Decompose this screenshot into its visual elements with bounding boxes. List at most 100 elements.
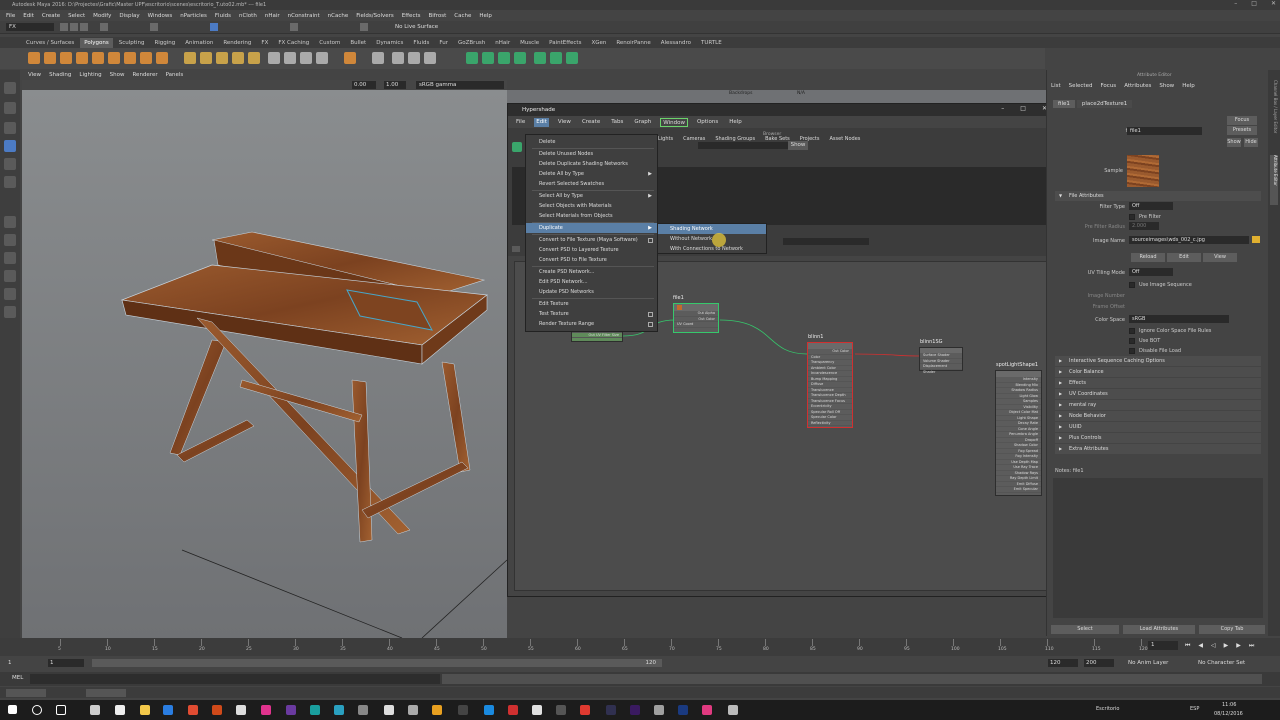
shelf-tab-sculpting[interactable]: Sculpting xyxy=(115,38,149,48)
scale-tool-icon[interactable] xyxy=(4,176,16,188)
gamma-field[interactable]: 1.00 xyxy=(384,81,406,89)
section-extra-attributes[interactable]: ▶ Extra Attributes xyxy=(1055,444,1261,454)
edit-menu-item-edit-texture[interactable]: Edit Texture xyxy=(526,299,657,309)
hypershade-layout-icon[interactable] xyxy=(4,306,16,318)
play-forward-icon[interactable]: ▶ xyxy=(1224,642,1229,650)
after-effects-icon[interactable] xyxy=(630,705,640,715)
browser-tab-projects[interactable]: Projects xyxy=(800,136,820,142)
colorspace-dropdown[interactable]: sRGB gamma xyxy=(416,81,504,89)
photoshop-icon[interactable] xyxy=(678,705,688,715)
edit-menu-item-select-objects-with-materials[interactable]: Select Objects with Materials xyxy=(526,201,657,211)
shelf-tab-nhair[interactable]: nHair xyxy=(491,38,514,48)
menu-nparticles[interactable]: nParticles xyxy=(180,13,207,19)
combine-icon[interactable] xyxy=(184,52,196,64)
menu-set-dropdown[interactable]: FX xyxy=(6,23,54,31)
menu-windows[interactable]: Windows xyxy=(148,13,173,19)
cone-icon[interactable] xyxy=(76,52,88,64)
use-image-sequence-checkbox[interactable] xyxy=(1129,282,1135,288)
shelf-tab-renoirpanne[interactable]: RenoirPanne xyxy=(612,38,654,48)
step-forward-icon[interactable]: ▶ xyxy=(1236,642,1241,650)
paint-select-icon[interactable] xyxy=(4,122,16,134)
booleans-icon[interactable] xyxy=(232,52,244,64)
edit-button[interactable]: Edit xyxy=(1167,253,1201,262)
sphere-icon[interactable] xyxy=(28,52,40,64)
hypershade-menu-graph[interactable]: Graph xyxy=(632,118,653,127)
hypershade-menu-create[interactable]: Create xyxy=(580,118,602,127)
lasso-tool-icon[interactable] xyxy=(4,102,16,114)
shelf-tab-xgen[interactable]: XGen xyxy=(587,38,610,48)
attr-menu-focus[interactable]: Focus xyxy=(1100,83,1116,89)
edit-menu-item-delete[interactable]: Delete xyxy=(526,137,657,147)
current-frame-field[interactable]: 1 xyxy=(1148,641,1178,650)
attr-menu-help[interactable]: Help xyxy=(1182,83,1195,89)
color-space-dropdown[interactable]: sRGB xyxy=(1129,315,1229,323)
bridge-icon[interactable] xyxy=(284,52,296,64)
browser-tab-shading-groups[interactable]: Shading Groups xyxy=(715,136,755,142)
section-color-balance[interactable]: ▶ Color Balance xyxy=(1055,367,1261,377)
hypershade-menu-file[interactable]: File xyxy=(514,118,527,127)
menu-modify[interactable]: Modify xyxy=(93,13,111,19)
shelf-tab-fx-caching[interactable]: FX Caching xyxy=(274,38,313,48)
menu-ncloth[interactable]: nCloth xyxy=(239,13,257,19)
viewport-menu-renderer[interactable]: Renderer xyxy=(132,72,157,78)
section-mental-ray[interactable]: ▶ mental ray xyxy=(1055,400,1261,410)
menu-cache[interactable]: Cache xyxy=(454,13,471,19)
disable-file-load-checkbox[interactable] xyxy=(1129,348,1135,354)
select-button[interactable]: Select xyxy=(1051,625,1119,634)
exposure-field[interactable]: 0.00 xyxy=(352,81,376,89)
graph-tab-icon[interactable] xyxy=(512,246,520,252)
menu-fields-solvers[interactable]: Fields/Solvers xyxy=(356,13,394,19)
duplicate-submenu-item-shading-network[interactable]: Shading Network xyxy=(658,224,766,234)
clock-time[interactable]: 11:06 xyxy=(1222,702,1236,708)
node-port[interactable]: UV Coord xyxy=(674,322,718,328)
end-frame-field[interactable]: 120 xyxy=(1048,659,1078,667)
edit-menu-item-select-all-by-type[interactable]: Select All by Type ▶ xyxy=(526,191,657,201)
unity-icon[interactable] xyxy=(556,705,566,715)
single-perspective-layout-icon[interactable] xyxy=(4,216,16,228)
view-button[interactable]: View xyxy=(1203,253,1237,262)
menu-create[interactable]: Create xyxy=(42,13,60,19)
ignore-cs-checkbox[interactable] xyxy=(1129,328,1135,334)
material-viewer-icon[interactable] xyxy=(512,142,522,152)
attr-menu-show[interactable]: Show xyxy=(1159,83,1174,89)
pre-filter-radius-field[interactable]: 2.000 xyxy=(1129,222,1159,230)
pipe-icon[interactable] xyxy=(124,52,136,64)
close-icon[interactable]: ✕ xyxy=(1271,0,1276,10)
menu-ncache[interactable]: nCache xyxy=(328,13,349,19)
target-weld-icon[interactable] xyxy=(372,52,384,64)
app4-icon[interactable] xyxy=(508,705,518,715)
uv-tiling-dropdown[interactable]: Off xyxy=(1129,268,1173,276)
image-name-field[interactable]: sourceimages\wds_002_c.jpg xyxy=(1129,236,1249,244)
hypershade-menu-view[interactable]: View xyxy=(556,118,573,127)
offset-edge-loop-icon[interactable] xyxy=(408,52,420,64)
maya-icon[interactable] xyxy=(310,705,320,715)
menu-edit[interactable]: Edit xyxy=(23,13,34,19)
channel-box-tab[interactable]: Channel Box / Layer Editor xyxy=(1270,80,1278,150)
end-frame2-field[interactable]: 200 xyxy=(1084,659,1114,667)
minimize-icon[interactable]: – xyxy=(1234,0,1237,10)
shelf-tab-polygons[interactable]: Polygons xyxy=(80,37,113,48)
section-effects[interactable]: ▶ Effects xyxy=(1055,378,1261,388)
app-icon[interactable] xyxy=(261,705,271,715)
section-file-attributes[interactable]: ▼ File Attributes xyxy=(1055,191,1261,201)
insert-edge-loop-icon[interactable] xyxy=(392,52,404,64)
anim-layer-dropdown[interactable]: No Anim Layer xyxy=(1128,659,1188,667)
shelf-tab-animation[interactable]: Animation xyxy=(181,38,217,48)
smooth-icon[interactable] xyxy=(248,52,260,64)
start-frame-field[interactable]: 1 xyxy=(8,659,36,667)
focus-button[interactable]: Focus xyxy=(1227,116,1257,125)
viewport-3d[interactable]: persp xyxy=(22,90,507,638)
multi-cut-icon[interactable] xyxy=(316,52,328,64)
attr-menu-selected[interactable]: Selected xyxy=(1069,83,1093,89)
app9-icon[interactable] xyxy=(728,705,738,715)
edit-menu-item-delete-all-by-type[interactable]: Delete All by Type ▶ xyxy=(526,169,657,179)
menu-effects[interactable]: Effects xyxy=(402,13,421,19)
shelf-tab-curves-surfaces[interactable]: Curves / Surfaces xyxy=(22,38,78,48)
live-surface-label[interactable]: No Live Surface xyxy=(395,23,443,31)
soccer-ball-icon[interactable] xyxy=(156,52,168,64)
node-name-field[interactable]: file1 xyxy=(1127,127,1202,135)
windows-icon[interactable] xyxy=(408,705,418,715)
character-set-dropdown[interactable]: No Character Set xyxy=(1198,659,1258,667)
viewport-menu-shading[interactable]: Shading xyxy=(49,72,71,78)
node-blinn1sg[interactable]: Surface Shader Volume Shader Displacemen… xyxy=(919,347,963,374)
